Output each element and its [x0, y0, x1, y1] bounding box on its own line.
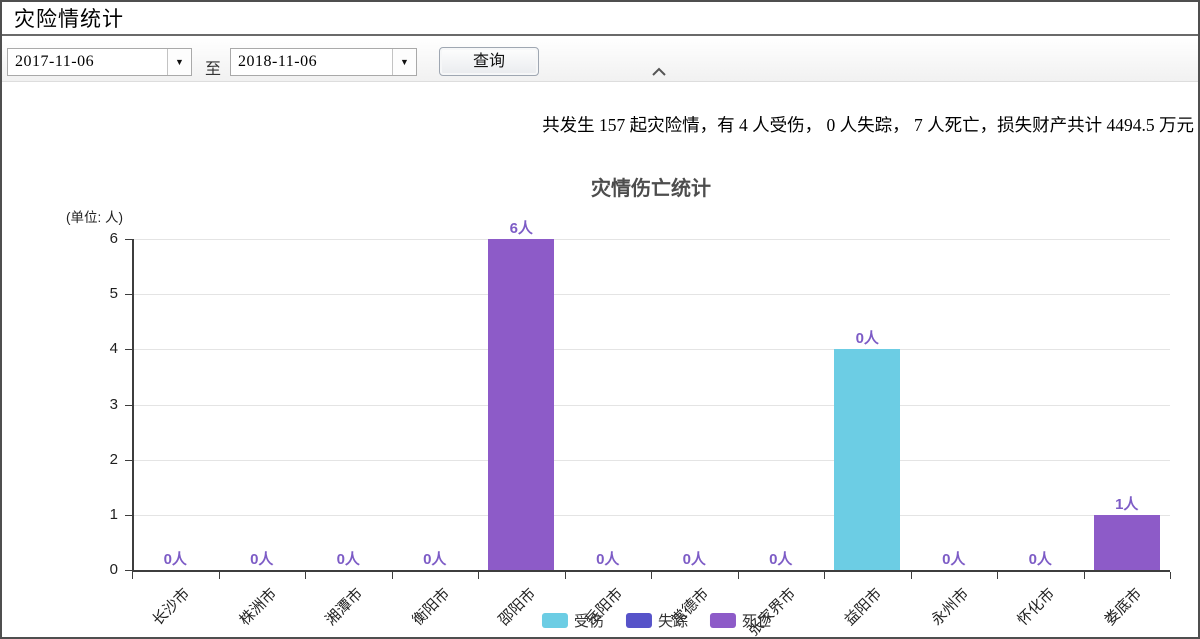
bar-value-label: 0人 [1029, 548, 1052, 569]
legend-swatch [710, 613, 736, 628]
bar-受伤[interactable] [834, 349, 900, 570]
x-axis-tick [392, 572, 393, 579]
bar-死亡[interactable] [1094, 515, 1160, 570]
x-axis-label: 长沙市 [147, 583, 194, 630]
legend-swatch [542, 613, 568, 628]
y-axis-tick [125, 294, 132, 295]
bar-value-label: 0人 [423, 548, 446, 569]
bar-value-label: 1人 [1115, 493, 1138, 514]
x-axis-label: 娄底市 [1099, 583, 1146, 630]
x-axis-tick [651, 572, 652, 579]
legend-label: 失踪 [658, 610, 688, 631]
x-axis-tick [824, 572, 825, 579]
x-axis-tick [305, 572, 306, 579]
y-axis-tick [125, 460, 132, 461]
y-axis-tick [125, 570, 132, 571]
y-gridline [132, 349, 1170, 350]
x-axis-label: 邵阳市 [493, 583, 540, 630]
y-axis-line [132, 239, 134, 570]
legend-swatch [626, 613, 652, 628]
bar-死亡[interactable] [488, 239, 554, 570]
chart-legend: 受伤 失踪 死亡 [542, 610, 772, 631]
y-axis-label: 1 [88, 506, 118, 523]
bar-value-label: 0人 [683, 548, 706, 569]
y-gridline [132, 294, 1170, 295]
legend-label: 死亡 [742, 610, 772, 631]
y-axis-label: 0 [88, 561, 118, 578]
x-axis-tick [565, 572, 566, 579]
x-axis-label: 衡阳市 [407, 583, 454, 630]
y-gridline [132, 239, 1170, 240]
y-gridline [132, 405, 1170, 406]
y-axis-tick [125, 405, 132, 406]
y-axis-tick [125, 239, 132, 240]
y-axis-label: 4 [88, 340, 118, 357]
x-axis-tick [219, 572, 220, 579]
y-axis-tick [125, 349, 132, 350]
x-axis-tick [132, 572, 133, 579]
y-gridline [132, 515, 1170, 516]
bar-value-label: 0人 [942, 548, 965, 569]
y-axis-label: 2 [88, 451, 118, 468]
y-axis-tick [125, 515, 132, 516]
page: 灾险情统计 2017-11-06 ▼ 至 2018-11-06 ▼ 查询 共发生… [0, 0, 1200, 639]
bar-value-label: 0人 [856, 327, 879, 348]
x-axis-label: 湘潭市 [320, 583, 367, 630]
bar-value-label: 0人 [596, 548, 619, 569]
x-axis-tick [1084, 572, 1085, 579]
legend-item-死亡[interactable]: 死亡 [710, 610, 772, 631]
x-axis-label: 株洲市 [234, 583, 281, 630]
y-axis-label: 5 [88, 285, 118, 302]
x-axis-label: 怀化市 [1012, 583, 1059, 630]
legend-item-失踪[interactable]: 失踪 [626, 610, 688, 631]
x-axis-tick [911, 572, 912, 579]
x-axis-label: 益阳市 [839, 583, 886, 630]
bar-value-label: 0人 [164, 548, 187, 569]
y-gridline [132, 460, 1170, 461]
y-axis-label: 3 [88, 396, 118, 413]
bar-value-label: 6人 [510, 217, 533, 238]
bar-value-label: 0人 [250, 548, 273, 569]
legend-item-受伤[interactable]: 受伤 [542, 610, 604, 631]
bar-value-label: 0人 [337, 548, 360, 569]
y-axis-label: 6 [88, 230, 118, 247]
legend-label: 受伤 [574, 610, 604, 631]
bar-value-label: 0人 [769, 548, 792, 569]
bar-chart: 01234560人长沙市0人株洲市0人湘潭市0人衡阳市6人邵阳市0人岳阳市0人常… [2, 2, 1198, 637]
x-axis-tick [738, 572, 739, 579]
x-axis-tick [478, 572, 479, 579]
x-axis-label: 永州市 [926, 583, 973, 630]
x-axis-tick [997, 572, 998, 579]
x-axis-tick [1170, 572, 1171, 579]
